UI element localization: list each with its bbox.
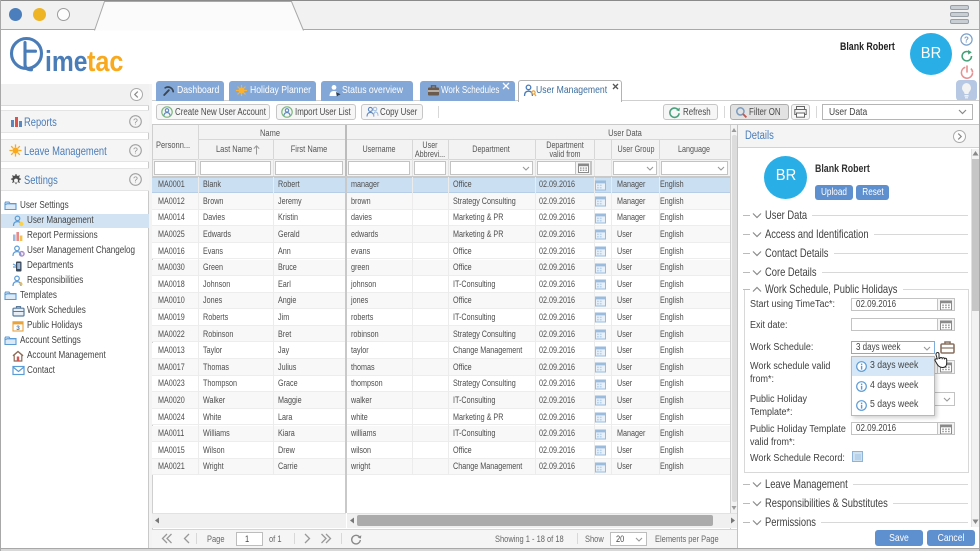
svg-text:?: ? [133, 117, 138, 127]
svg-text:?: ? [133, 175, 138, 185]
svg-text:?: ? [964, 36, 969, 45]
svg-text:D: D [20, 252, 24, 257]
svg-text:ime: ime [45, 45, 87, 77]
svg-text:tac: tac [87, 44, 123, 77]
svg-text:3: 3 [16, 325, 20, 332]
svg-text:?: ? [133, 146, 138, 156]
